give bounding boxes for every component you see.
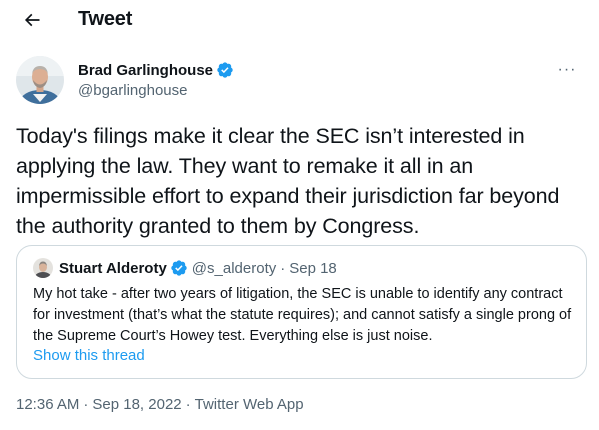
quoted-author-handle: @s_alderoty xyxy=(191,259,277,277)
separator-dot: · xyxy=(280,259,286,277)
tweet-text: Today's filings make it clear the SEC is… xyxy=(16,124,560,238)
verified-badge-icon xyxy=(217,62,233,78)
separator-dot: · xyxy=(185,396,191,413)
quoted-tweet-text: My hot take - after two years of litigat… xyxy=(33,286,572,344)
author-avatar[interactable] xyxy=(16,56,64,104)
tweet-date[interactable]: Sep 18, 2022 xyxy=(92,396,181,413)
quoted-tweet[interactable]: Stuart Alderoty @s_alderoty · Sep 18 My … xyxy=(16,245,587,379)
tweet-author: Brad Garlinghouse @bgarlinghouse ··· xyxy=(16,56,583,106)
show-thread-link[interactable]: Show this thread xyxy=(33,347,145,364)
tweet-header: Tweet xyxy=(0,0,599,40)
separator-dot: · xyxy=(83,396,89,413)
author-name-row: Brad Garlinghouse xyxy=(78,61,234,79)
author-name[interactable]: Brad Garlinghouse xyxy=(78,62,213,79)
page-title: Tweet xyxy=(78,8,133,30)
tweet-time[interactable]: 12:36 AM xyxy=(16,396,79,413)
verified-badge-icon xyxy=(171,260,187,276)
quoted-author-name: Stuart Alderoty xyxy=(59,259,167,277)
quoted-tweet-date: Sep 18 xyxy=(289,259,337,277)
more-options-button[interactable]: ··· xyxy=(555,58,579,82)
quoted-tweet-header: Stuart Alderoty @s_alderoty · Sep 18 xyxy=(33,258,337,278)
quoted-author-avatar xyxy=(33,258,53,278)
back-button[interactable] xyxy=(16,4,48,36)
tweet-source: Twitter Web App xyxy=(194,396,304,413)
arrow-left-icon xyxy=(24,13,40,27)
author-handle[interactable]: @bgarlinghouse xyxy=(78,82,187,99)
more-horizontal-icon: ··· xyxy=(557,61,577,78)
tweet-meta: 12:36 AM · Sep 18, 2022 · Twitter Web App xyxy=(16,396,304,413)
